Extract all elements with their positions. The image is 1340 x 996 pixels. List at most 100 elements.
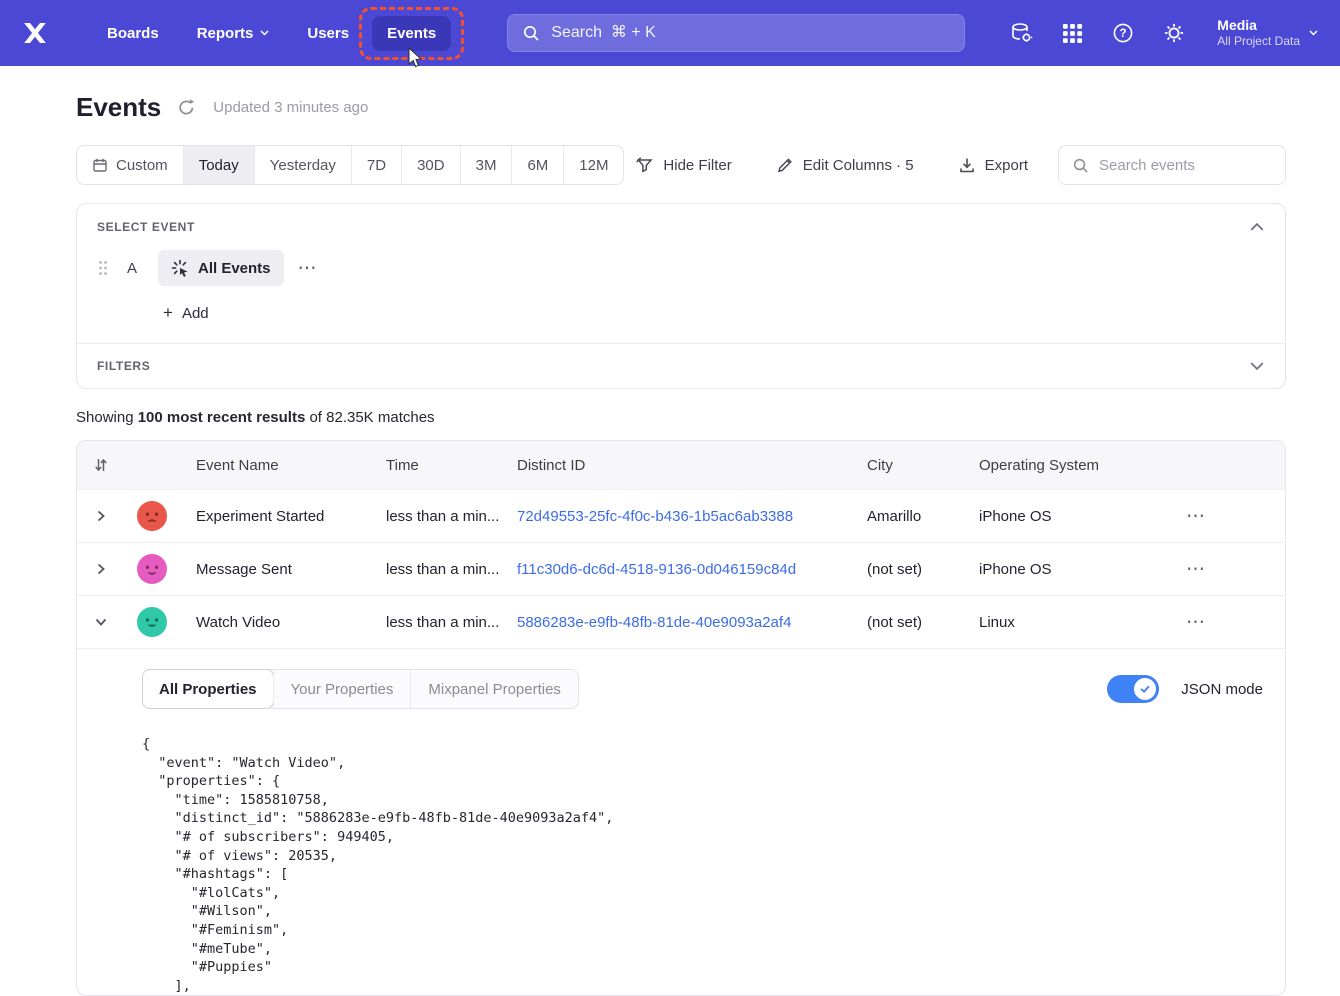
date-range-custom[interactable]: Custom — [77, 146, 183, 184]
project-name: Media — [1217, 17, 1300, 34]
project-switcher[interactable]: Media All Project Data — [1217, 17, 1318, 49]
search-icon — [1072, 157, 1089, 174]
expanded-row-detail: All Properties Your Properties Mixpanel … — [77, 648, 1285, 995]
row-more-icon[interactable]: ⋯ — [1150, 505, 1285, 528]
cell-distinct-id-link[interactable]: 5886283e-e9fb-48fb-81de-40e9093a2af4 — [500, 614, 850, 631]
date-range-3m[interactable]: 3M — [460, 146, 512, 184]
nav-item-label: Users — [307, 25, 349, 42]
events-table: Event Name Time Distinct ID City Operati… — [76, 440, 1286, 996]
date-range-label: 30D — [417, 157, 445, 174]
refresh-icon[interactable] — [177, 98, 197, 118]
pencil-icon — [776, 156, 794, 174]
global-search[interactable] — [507, 14, 965, 52]
global-search-input[interactable] — [551, 24, 950, 42]
top-navbar: Boards Reports Users Events — [0, 0, 1340, 66]
cell-os: iPhone OS — [962, 561, 1150, 578]
table-row[interactable]: Message Sent less than a min... f11c30d6… — [77, 542, 1285, 595]
date-range-7d[interactable]: 7D — [351, 146, 401, 184]
collapse-section-icon[interactable] — [1249, 221, 1265, 233]
toolbar: Custom Today Yesterday 7D 30D 3M 6M 12M … — [76, 145, 1286, 185]
properties-tabs: All Properties Your Properties Mixpanel … — [142, 669, 579, 709]
add-event-button[interactable]: + Add — [163, 303, 209, 323]
date-range-yesterday[interactable]: Yesterday — [254, 146, 351, 184]
date-range-control: Custom Today Yesterday 7D 30D 3M 6M 12M — [76, 145, 624, 185]
chevron-down-icon — [260, 30, 269, 36]
results-summary: Showing 100 most recent results of 82.35… — [76, 409, 1286, 426]
help-icon[interactable]: ? — [1111, 21, 1135, 45]
event-more-icon[interactable]: ⋯ — [298, 257, 318, 280]
table-row[interactable]: Experiment Started less than a min... 72… — [77, 489, 1285, 542]
select-event-label: SELECT EVENT — [97, 220, 195, 234]
event-selector-chip[interactable]: All Events — [158, 250, 284, 286]
tab-mixpanel-properties[interactable]: Mixpanel Properties — [410, 670, 578, 708]
col-header-city: City — [850, 457, 962, 474]
event-json-view: { "event": "Watch Video", "properties": … — [142, 735, 1265, 995]
cell-os: iPhone OS — [962, 508, 1150, 525]
date-range-label: 12M — [579, 157, 608, 174]
json-mode-label: JSON mode — [1181, 681, 1263, 698]
cell-event-name: Message Sent — [179, 561, 369, 578]
col-header-distinct-id: Distinct ID — [500, 457, 850, 474]
nav-item-events[interactable]: Events — [372, 16, 451, 51]
project-scope: All Project Data — [1217, 34, 1300, 49]
event-avatar — [137, 607, 167, 637]
date-range-label: Custom — [116, 157, 168, 174]
nav-item-label: Reports — [197, 25, 254, 42]
table-row-expanded[interactable]: Watch Video less than a min... 5886283e-… — [77, 595, 1285, 648]
hide-filter-button[interactable]: Hide Filter — [635, 156, 731, 174]
event-row: A All Events ⋯ — [97, 250, 1265, 286]
nav-item-boards[interactable]: Boards — [92, 16, 174, 51]
chevron-down-icon[interactable] — [92, 613, 110, 631]
last-updated-text: Updated 3 minutes ago — [213, 99, 368, 116]
data-management-icon[interactable] — [1009, 21, 1033, 45]
expand-section-icon[interactable] — [1249, 360, 1265, 372]
date-range-12m[interactable]: 12M — [563, 146, 623, 184]
event-row-letter: A — [127, 260, 141, 277]
nav-item-users[interactable]: Users — [292, 16, 364, 51]
cell-distinct-id-link[interactable]: 72d49553-25fc-4f0c-b436-1b5ac6ab3388 — [500, 508, 850, 525]
filters-section-header[interactable]: FILTERS — [77, 343, 1285, 388]
cell-event-name: Watch Video — [179, 614, 369, 631]
row-more-icon[interactable]: ⋯ — [1150, 611, 1285, 634]
chevron-right-icon[interactable] — [92, 560, 110, 578]
apps-grid-icon[interactable] — [1060, 21, 1084, 45]
mixpanel-logo[interactable] — [20, 18, 50, 48]
page-title: Events — [76, 92, 161, 123]
edit-columns-button[interactable]: Edit Columns · 5 — [776, 156, 914, 174]
settings-gear-icon[interactable] — [1162, 21, 1186, 45]
date-range-30d[interactable]: 30D — [401, 146, 460, 184]
event-avatar — [137, 501, 167, 531]
date-range-label: 7D — [367, 157, 386, 174]
col-header-event-name: Event Name — [179, 457, 369, 474]
svg-text:?: ? — [1120, 28, 1127, 40]
drag-handle-icon[interactable] — [97, 260, 109, 276]
download-icon — [958, 156, 976, 174]
toolbar-actions: Hide Filter Edit Columns · 5 Export — [635, 156, 1028, 174]
toggle-knob — [1134, 678, 1156, 700]
row-more-icon[interactable]: ⋯ — [1150, 558, 1285, 581]
chevron-down-icon — [1309, 30, 1318, 36]
date-range-label: Today — [199, 157, 239, 174]
filter-icon — [635, 156, 654, 174]
search-events-field[interactable] — [1058, 145, 1286, 185]
chevron-right-icon[interactable] — [92, 507, 110, 525]
filters-label: FILTERS — [97, 359, 150, 373]
export-button[interactable]: Export — [958, 156, 1028, 174]
date-range-6m[interactable]: 6M — [511, 146, 563, 184]
date-range-label: 3M — [476, 157, 497, 174]
search-icon — [522, 24, 540, 42]
search-events-input[interactable] — [1099, 157, 1272, 174]
nav-item-reports[interactable]: Reports — [182, 16, 285, 51]
json-mode-toggle[interactable] — [1107, 675, 1159, 703]
event-burst-icon — [171, 259, 189, 277]
cell-distinct-id-link[interactable]: f11c30d6-dc6d-4518-9136-0d046159c84d — [500, 561, 850, 578]
cell-event-name: Experiment Started — [179, 508, 369, 525]
cell-time: less than a min... — [369, 561, 500, 578]
tab-all-properties[interactable]: All Properties — [142, 669, 274, 709]
calendar-icon — [92, 157, 108, 173]
nav-item-label: Events — [387, 25, 436, 42]
tab-your-properties[interactable]: Your Properties — [273, 670, 411, 708]
edit-columns-label: Edit Columns · 5 — [803, 157, 914, 174]
collapse-all-icon[interactable] — [94, 457, 108, 473]
date-range-today[interactable]: Today — [183, 146, 254, 184]
